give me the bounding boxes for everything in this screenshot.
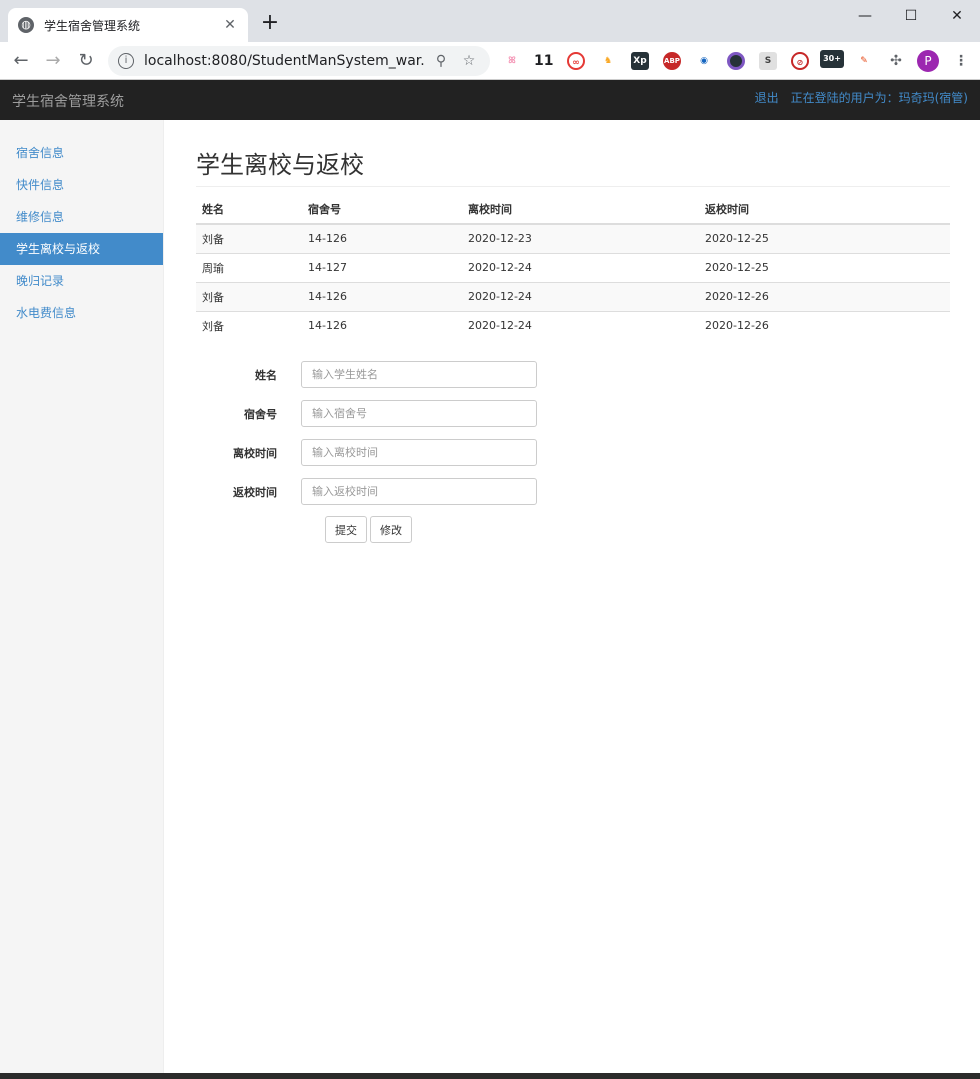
browser-toolbar: ← → ↻ i localhost:8080/StudentManSystem_… [0, 42, 980, 80]
return-time-input[interactable] [301, 478, 537, 505]
submit-button[interactable]: 提交 [325, 516, 367, 543]
sidebar-item-parcel-info[interactable]: 快件信息 [0, 169, 163, 201]
extension-bunny-icon[interactable]: ꕤ [503, 52, 521, 70]
reload-icon[interactable]: ↻ [74, 49, 98, 73]
table-row[interactable]: 周瑜 14-127 2020-12-24 2020-12-25 [196, 252, 950, 282]
cell-return-time: 2020-12-25 [699, 223, 950, 253]
table-header-row: 姓名 宿舍号 离校时间 返校时间 [196, 195, 950, 225]
app-navbar: 学生宿舍管理系统 退出 正在登陆的用户为：玛奇玛(宿管) [0, 80, 980, 120]
extension-s-icon[interactable]: S [759, 52, 777, 70]
cell-room: 14-127 [302, 252, 462, 282]
extensions-puzzle-icon[interactable]: ✣ [887, 52, 905, 70]
tab-title: 学生宿舍管理系统 [44, 18, 141, 33]
os-taskbar-edge [0, 1073, 980, 1079]
column-header-return-time: 返校时间 [699, 195, 950, 225]
extension-xp-icon[interactable]: Xp [631, 52, 649, 70]
url-text[interactable]: localhost:8080/StudentManSystem_war... [144, 53, 424, 69]
leave-return-form: 姓名 宿舍号 离校时间 返校时间 提交 修改 [196, 355, 950, 543]
sidebar-item-late-return[interactable]: 晚归记录 [0, 265, 163, 297]
leave-time-label: 离校时间 [233, 446, 277, 460]
form-buttons: 提交 修改 [325, 516, 950, 543]
column-header-name: 姓名 [196, 195, 302, 225]
modify-button[interactable]: 修改 [370, 516, 412, 543]
page-title: 学生离校与返校 [196, 152, 950, 187]
sidebar: 宿舍信息 快件信息 维修信息 学生离校与返校 晚归记录 水电费信息 [0, 120, 164, 1079]
window-close-icon[interactable]: ✕ [934, 4, 980, 28]
table-row[interactable]: 刘备 14-126 2020-12-24 2020-12-26 [196, 281, 950, 311]
extension-infinity-icon[interactable]: ∞ [567, 52, 585, 70]
new-tab-button[interactable]: + [258, 12, 282, 36]
zoom-icon[interactable]: ⚲ [430, 53, 452, 69]
bookmark-star-icon[interactable]: ☆ [458, 53, 480, 69]
browser-tab[interactable]: ◍ 学生宿舍管理系统 ✕ [8, 8, 248, 42]
main-content: 学生离校与返校 姓名 宿舍号 离校时间 返校时间 刘备 14-126 2020-… [196, 120, 950, 543]
cell-name: 刘备 [196, 223, 302, 253]
cell-name: 刘备 [196, 310, 302, 340]
extension-owl-icon[interactable]: ◉ [695, 52, 713, 70]
form-row-name: 姓名 [196, 355, 950, 394]
name-label: 姓名 [255, 368, 277, 382]
cell-return-time: 2020-12-26 [699, 310, 950, 340]
cell-leave-time: 2020-12-24 [462, 310, 699, 340]
extension-badge-icon[interactable]: 30+ [820, 50, 844, 68]
cell-return-time: 2020-12-25 [699, 252, 950, 282]
form-row-room: 宿舍号 [196, 394, 950, 433]
form-row-leave-time: 离校时间 [196, 433, 950, 472]
cell-leave-time: 2020-12-24 [462, 252, 699, 282]
adblock-icon[interactable]: ABP [663, 52, 681, 70]
leave-time-input[interactable] [301, 439, 537, 466]
extension-color-ring-icon[interactable] [727, 52, 745, 70]
site-info-icon[interactable]: i [118, 53, 134, 69]
extension-count-badge[interactable]: 11 [534, 52, 553, 70]
logout-link[interactable]: 退出 [755, 89, 779, 106]
form-row-return-time: 返校时间 [196, 472, 950, 511]
maximize-icon[interactable]: ☐ [888, 4, 934, 28]
table-row[interactable]: 刘备 14-126 2020-12-23 2020-12-25 [196, 223, 950, 253]
sidebar-item-repair-info[interactable]: 维修信息 [0, 201, 163, 233]
cell-room: 14-126 [302, 223, 462, 253]
menu-kebab-icon[interactable]: ⋮ [952, 52, 970, 70]
cell-name: 周瑜 [196, 252, 302, 282]
forward-icon[interactable]: → [41, 49, 65, 73]
column-header-leave-time: 离校时间 [462, 195, 699, 225]
cell-leave-time: 2020-12-23 [462, 223, 699, 253]
extension-block-icon[interactable]: ⊘ [791, 52, 809, 70]
cell-return-time: 2020-12-26 [699, 281, 950, 311]
current-user-link[interactable]: 正在登陆的用户为：玛奇玛(宿管) [791, 89, 968, 106]
minimize-icon[interactable]: — [842, 4, 888, 28]
cell-leave-time: 2020-12-24 [462, 281, 699, 311]
sidebar-item-dorm-info[interactable]: 宿舍信息 [0, 137, 163, 169]
navbar-right: 退出 正在登陆的用户为：玛奇玛(宿管) [755, 89, 968, 106]
room-input[interactable] [301, 400, 537, 427]
extension-fox-icon[interactable]: ♞ [599, 52, 617, 70]
browser-tabstrip: ◍ 学生宿舍管理系统 ✕ + — ☐ ✕ [0, 0, 980, 42]
profile-avatar[interactable]: P [917, 50, 939, 72]
sidebar-item-leave-return[interactable]: 学生离校与返校 [0, 233, 163, 265]
sidebar-item-utility-fees[interactable]: 水电费信息 [0, 297, 163, 329]
address-bar[interactable]: i localhost:8080/StudentManSystem_war...… [108, 46, 490, 76]
globe-icon: ◍ [18, 17, 34, 33]
back-icon[interactable]: ← [9, 49, 33, 73]
return-time-label: 返校时间 [233, 485, 277, 499]
cell-room: 14-126 [302, 281, 462, 311]
leave-return-table: 姓名 宿舍号 离校时间 返校时间 刘备 14-126 2020-12-23 20… [196, 195, 950, 340]
room-label: 宿舍号 [244, 407, 277, 421]
cell-name: 刘备 [196, 281, 302, 311]
column-header-room: 宿舍号 [302, 195, 462, 225]
cell-room: 14-126 [302, 310, 462, 340]
close-tab-icon[interactable]: ✕ [222, 17, 238, 33]
brand-title[interactable]: 学生宿舍管理系统 [12, 91, 124, 111]
extension-rocket-icon[interactable]: ✎ [855, 52, 873, 70]
name-input[interactable] [301, 361, 537, 388]
table-row[interactable]: 刘备 14-126 2020-12-24 2020-12-26 [196, 310, 950, 340]
